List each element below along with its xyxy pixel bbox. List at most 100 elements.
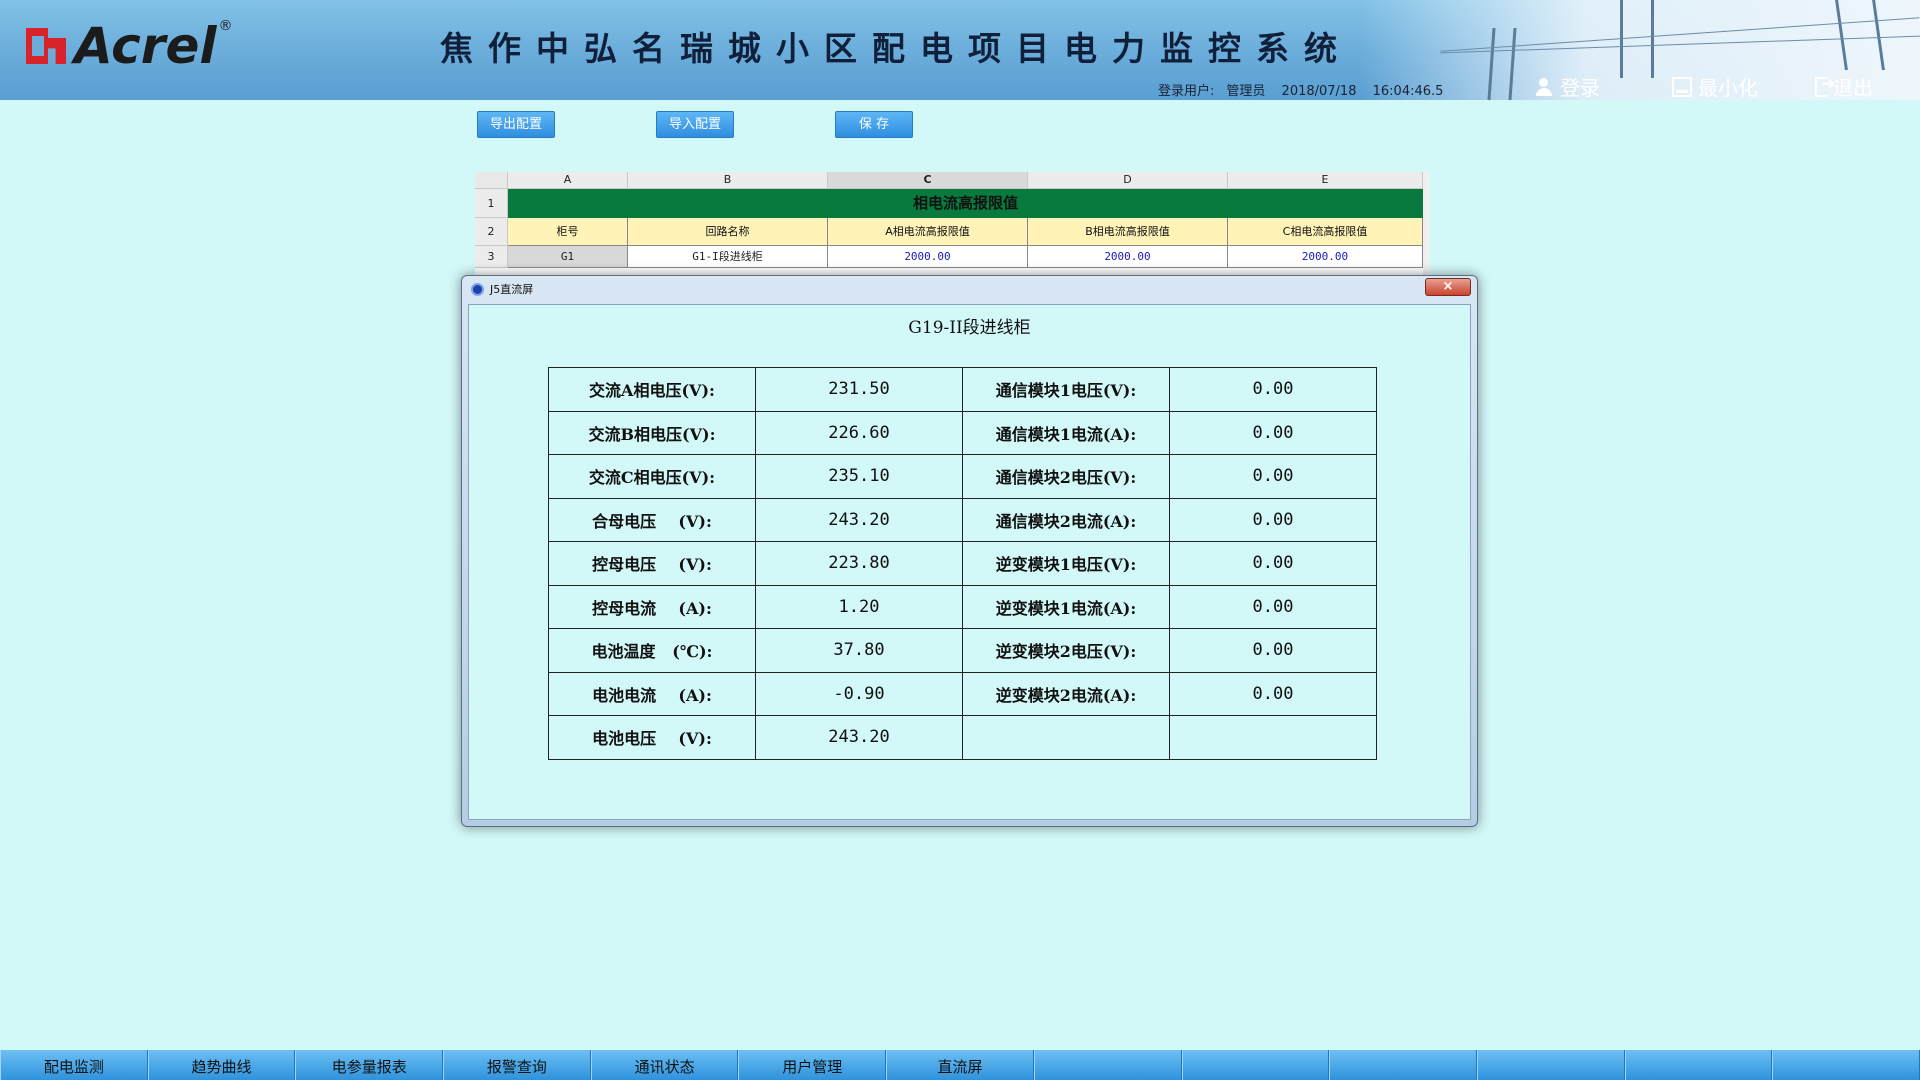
dialog-titlebar[interactable]: J5直流屏 ×: [462, 276, 1477, 300]
dialog-body: G19-II段进线柜 交流A相电压(V): 231.50 通信模块1电压(V): 0.…: [468, 304, 1471, 820]
header-cell[interactable]: B相电流高报限值: [1028, 218, 1228, 246]
column-header-b[interactable]: B: [628, 172, 828, 189]
measure-label: 电池电流 (A):: [548, 671, 756, 716]
user-icon: [1534, 77, 1554, 97]
nav-tab[interactable]: 报警查询: [443, 1050, 591, 1080]
measure-label: 逆变模块1电压(V):: [962, 541, 1170, 586]
nav-tab[interactable]: [1181, 1050, 1330, 1080]
nav-tab[interactable]: [1624, 1050, 1773, 1080]
column-header-c[interactable]: C: [828, 172, 1028, 189]
login-user-name: 管理员: [1226, 84, 1266, 99]
nav-tab[interactable]: 趋势曲线: [147, 1050, 296, 1080]
minimize-button[interactable]: 最小化: [1672, 72, 1758, 100]
header-cell[interactable]: 柜号: [508, 218, 628, 246]
measure-value: 235.10: [755, 454, 963, 499]
data-cell[interactable]: G1-I段进线柜: [628, 246, 828, 268]
nav-tab[interactable]: 电参量报表: [295, 1050, 444, 1080]
sheet-corner[interactable]: [475, 172, 508, 189]
table-row: 控母电压 (V): 223.80 逆变模块1电压(V): 0.00: [548, 541, 1377, 586]
sheet-banner-cell[interactable]: 相电流高报限值: [508, 189, 1423, 218]
table-row: 控母电流 (A): 1.20 逆变模块1电流(A): 0.00: [548, 584, 1377, 629]
measure-label: [962, 715, 1170, 760]
exit-button[interactable]: 退出: [1815, 72, 1873, 100]
row-header-1[interactable]: 1: [475, 189, 508, 218]
measure-value: -0.90: [755, 671, 963, 716]
login-button[interactable]: 登录: [1534, 72, 1600, 100]
export-config-button[interactable]: 导出配置: [477, 111, 555, 138]
nav-tab[interactable]: 用户管理: [738, 1050, 887, 1080]
measure-label: 通信模块1电流(A):: [962, 410, 1170, 455]
nav-tab[interactable]: 配电监测: [0, 1050, 148, 1080]
app-header: Acrel ® 焦作中弘名瑞城小区配电项目电力监控系统 登录用户: 管理员 201…: [0, 0, 1920, 100]
measure-label: 逆变模块2电流(A):: [962, 671, 1170, 716]
logo-registered-mark: ®: [218, 18, 233, 34]
measure-value: [1169, 715, 1377, 760]
measure-label: 电池温度 (℃):: [548, 628, 756, 673]
current-date: 2018/07/18: [1281, 84, 1357, 99]
measure-label: 逆变模块2电压(V):: [962, 628, 1170, 673]
dc-panel-dialog[interactable]: J5直流屏 × G19-II段进线柜 交流A相电压(V): 231.50 通信模块1…: [461, 275, 1478, 827]
data-cell[interactable]: 2000.00: [828, 246, 1028, 268]
measure-value: 223.80: [755, 541, 963, 586]
measure-label: 合母电压 (V):: [548, 497, 756, 542]
nav-tab[interactable]: [1033, 1050, 1182, 1080]
column-header-d[interactable]: D: [1028, 172, 1228, 189]
nav-tab[interactable]: 直流屏: [886, 1050, 1034, 1080]
column-header-e[interactable]: E: [1228, 172, 1423, 189]
data-cell[interactable]: 2000.00: [1228, 246, 1423, 268]
measure-value: 1.20: [755, 584, 963, 629]
brand-logo: Acrel ®: [26, 17, 233, 75]
measure-label: 交流B相电压(V):: [548, 410, 756, 455]
measure-label: 控母电压 (V):: [548, 541, 756, 586]
table-row: 电池电压 (V): 243.20: [548, 715, 1377, 760]
measure-value: 0.00: [1169, 541, 1377, 586]
import-config-button[interactable]: 导入配置: [656, 111, 734, 138]
dialog-window-title: J5直流屏: [490, 283, 534, 296]
table-row: 合母电压 (V): 243.20 通信模块2电流(A): 0.00: [548, 497, 1377, 542]
table-row: 电池电流 (A): -0.90 逆变模块2电流(A): 0.00: [548, 671, 1377, 716]
dialog-close-button[interactable]: ×: [1425, 278, 1471, 296]
table-row: 电池温度 (℃): 37.80 逆变模块2电压(V): 0.00: [548, 628, 1377, 673]
row-header-3[interactable]: 3: [475, 246, 508, 268]
measure-value: 0.00: [1169, 584, 1377, 629]
nav-tab[interactable]: [1329, 1050, 1477, 1080]
measure-label: 通信模块2电压(V):: [962, 454, 1170, 499]
header-cell[interactable]: A相电流高报限值: [828, 218, 1028, 246]
pylon-decoration: [1620, 0, 1654, 78]
header-cell[interactable]: C相电流高报限值: [1228, 218, 1423, 246]
save-button[interactable]: 保 存: [835, 111, 913, 138]
dc-measurement-table: 交流A相电压(V): 231.50 通信模块1电压(V): 0.00 交流B相电压(V)…: [548, 367, 1377, 760]
data-cell[interactable]: 2000.00: [1028, 246, 1228, 268]
dialog-heading: G19-II段进线柜: [908, 318, 1031, 338]
nav-tab[interactable]: [1476, 1050, 1625, 1080]
table-row: 交流C相电压(V): 235.10 通信模块2电压(V): 0.00: [548, 454, 1377, 499]
minimize-button-label: 最小化: [1698, 76, 1758, 100]
measure-label: 交流A相电压(V):: [548, 367, 756, 412]
header-cell[interactable]: 回路名称: [628, 218, 828, 246]
user-status-bar: 登录用户: 管理员 2018/07/18 16:04:46.5: [1158, 80, 1455, 99]
bottom-navigation: 配电监测 趋势曲线 电参量报表 报警查询 通讯状态 用户管理 直流屏: [0, 1050, 1920, 1080]
sheet-scrollbar[interactable]: [1423, 172, 1430, 276]
table-row: 交流A相电压(V): 231.50 通信模块1电压(V): 0.00: [548, 367, 1377, 412]
measure-value: 243.20: [755, 715, 963, 760]
login-user-label: 登录用户:: [1158, 84, 1215, 99]
measure-value: 0.00: [1169, 367, 1377, 412]
nav-tab[interactable]: 通讯状态: [590, 1050, 739, 1080]
measure-value: 231.50: [755, 367, 963, 412]
measure-value: 0.00: [1169, 410, 1377, 455]
config-spreadsheet[interactable]: A B C D E 1 2 3 相电流高报限值 柜号 回路名称 A相电流高报限值…: [475, 172, 1430, 276]
measure-value: 226.60: [755, 410, 963, 455]
page-title: 焦作中弘名瑞城小区配电项目电力监控系统: [440, 29, 1352, 68]
column-header-a[interactable]: A: [508, 172, 628, 189]
login-button-label: 登录: [1560, 76, 1600, 100]
measure-label: 通信模块2电流(A):: [962, 497, 1170, 542]
measure-value: 0.00: [1169, 497, 1377, 542]
logo-mark-icon: [26, 24, 70, 68]
measure-value: 0.00: [1169, 454, 1377, 499]
data-cell[interactable]: G1: [508, 246, 628, 268]
minimize-icon: [1672, 76, 1692, 97]
measure-value: 0.00: [1169, 671, 1377, 716]
nav-tab[interactable]: [1772, 1050, 1920, 1080]
exit-button-label: 退出: [1833, 76, 1873, 100]
row-header-2[interactable]: 2: [475, 218, 508, 246]
